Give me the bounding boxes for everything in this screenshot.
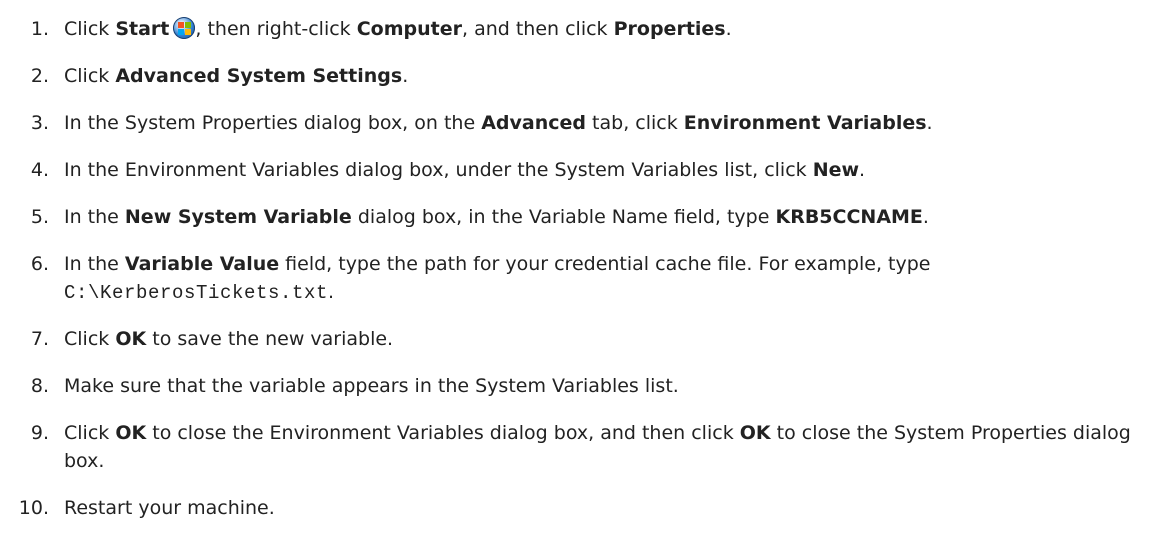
step-text: In the bbox=[64, 206, 125, 228]
step-10: 10. Restart your machine. bbox=[0, 494, 1174, 522]
environment-variables-label: Environment Variables bbox=[683, 112, 927, 134]
step-text: Click bbox=[64, 422, 116, 444]
new-label: New bbox=[812, 159, 860, 181]
step-number: 4. bbox=[30, 159, 49, 181]
computer-label: Computer bbox=[356, 18, 462, 40]
step-text: In the System Properties dialog box, on … bbox=[64, 112, 482, 134]
step-text: . bbox=[859, 159, 866, 181]
step-number: 5. bbox=[30, 206, 49, 228]
step-text: dialog box, in the Variable Name field, … bbox=[351, 206, 776, 228]
step-2: 2. Click Advanced System Settings. bbox=[0, 62, 1174, 90]
step-text: . bbox=[922, 206, 929, 228]
step-text: In the Environment Variables dialog box,… bbox=[64, 159, 813, 181]
step-number: 8. bbox=[30, 375, 49, 397]
step-text: tab, click bbox=[586, 112, 684, 134]
ok-label: OK bbox=[739, 422, 771, 444]
properties-label: Properties bbox=[613, 18, 726, 40]
step-number: 6. bbox=[30, 253, 49, 275]
variable-name-value: KRB5CCNAME bbox=[775, 206, 923, 228]
step-text: field, type the path for your credential… bbox=[279, 253, 937, 275]
step-text: . bbox=[402, 65, 409, 87]
step-text: Click bbox=[64, 328, 116, 350]
step-5: 5. In the New System Variable dialog box… bbox=[0, 203, 1174, 231]
step-text: . bbox=[328, 281, 335, 303]
ok-label: OK bbox=[115, 422, 147, 444]
step-text: , then right-click bbox=[195, 18, 357, 40]
step-6: 6. In the Variable Value field, type the… bbox=[0, 250, 1174, 307]
advanced-system-settings-label: Advanced System Settings bbox=[115, 65, 403, 87]
ok-label: OK bbox=[115, 328, 147, 350]
step-text: . bbox=[926, 112, 933, 134]
advanced-tab-label: Advanced bbox=[481, 112, 586, 134]
step-1: 1. Click Start , then right-click Compute… bbox=[0, 15, 1174, 43]
step-7: 7. Click OK to save the new variable. bbox=[0, 325, 1174, 353]
step-text: Make sure that the variable appears in t… bbox=[64, 375, 679, 397]
step-9: 9. Click OK to close the Environment Var… bbox=[0, 419, 1174, 475]
new-system-variable-label: New System Variable bbox=[124, 206, 352, 228]
windows-start-orb-icon bbox=[173, 17, 196, 39]
step-text: In the bbox=[64, 253, 125, 275]
step-number: 7. bbox=[30, 328, 49, 350]
step-number: 3. bbox=[30, 112, 49, 134]
example-path-code: C:\KerberosTickets.txt bbox=[64, 282, 329, 304]
step-number: 1. bbox=[30, 18, 49, 40]
step-3: 3. In the System Properties dialog box, … bbox=[0, 109, 1174, 137]
variable-value-label: Variable Value bbox=[124, 253, 280, 275]
step-number: 9. bbox=[30, 422, 49, 444]
step-4: 4. In the Environment Variables dialog b… bbox=[0, 156, 1174, 184]
step-number: 10. bbox=[18, 497, 49, 519]
step-text: Click bbox=[64, 18, 116, 40]
start-label: Start bbox=[115, 18, 170, 40]
step-text: Restart your machine. bbox=[64, 497, 275, 519]
step-text: . bbox=[725, 18, 732, 40]
step-text: to close the Environment Variables dialo… bbox=[146, 422, 740, 444]
step-text: to save the new variable. bbox=[146, 328, 394, 350]
step-8: 8. Make sure that the variable appears i… bbox=[0, 372, 1174, 400]
step-text: , and then click bbox=[461, 18, 614, 40]
step-number: 2. bbox=[30, 65, 49, 87]
step-text: Click bbox=[64, 65, 116, 87]
